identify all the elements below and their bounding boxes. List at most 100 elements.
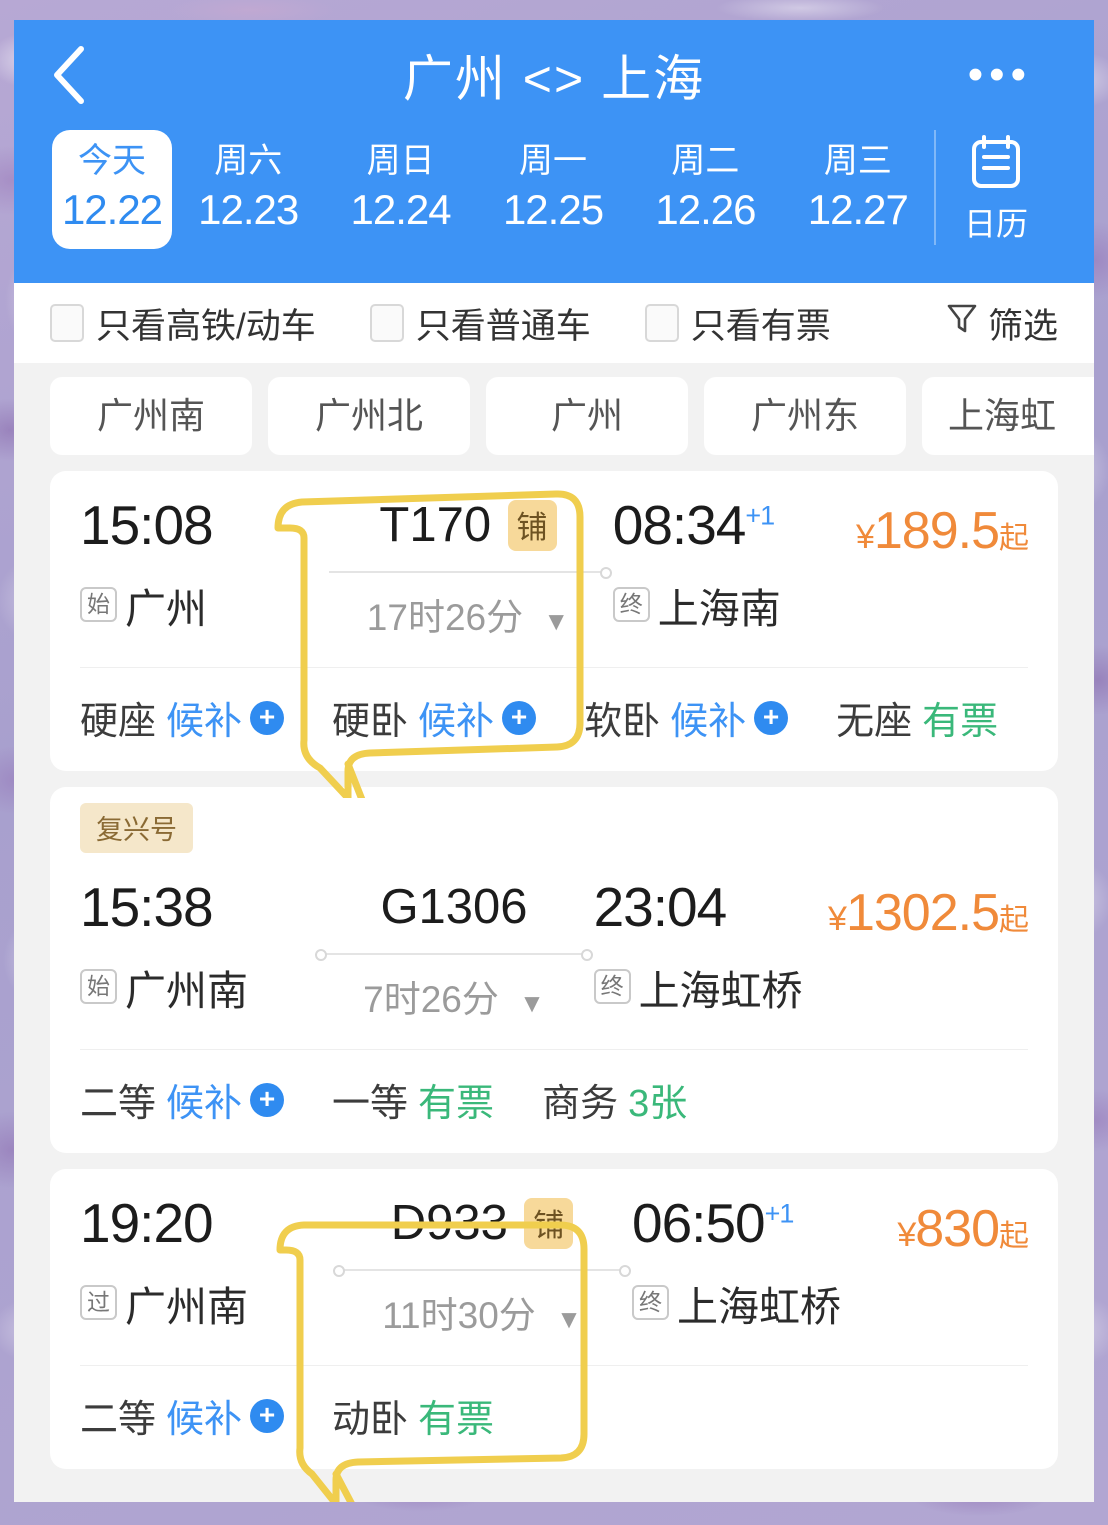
filter-label: 只看普通车 — [415, 306, 591, 346]
station-chip-row[interactable]: 广州南 广州北 广州 广州东 上海虹 — [14, 363, 1094, 472]
seat-class-name: 一等 — [332, 1083, 409, 1126]
train-card-0[interactable]: 15:08 始 广州 T170 铺 17时26分 ▼ 08:34+1 终 上海南… — [50, 471, 1058, 772]
duration-text: 11时30分 — [382, 1295, 536, 1337]
departure-block: 15:08 始 广州 — [80, 496, 323, 635]
date-tab-date: 12.26 — [655, 185, 756, 233]
seat-status: 有票 — [418, 1083, 495, 1126]
date-tab-4[interactable]: 周二 12.26 — [629, 130, 781, 249]
add-waitlist-icon[interactable]: + — [250, 1082, 285, 1117]
seat-option-1[interactable]: 动卧 有票 — [332, 1388, 494, 1443]
departure-block: 19:20 过 广州南 — [80, 1194, 332, 1333]
train-card-1[interactable]: 复兴号 15:38 始 广州南 G1306 7时26分 ▼ 23:04 终 上海… — [50, 787, 1058, 1154]
chevron-down-icon: ▼ — [519, 988, 545, 1019]
station-chip-2[interactable]: 广州 — [486, 377, 688, 456]
arrival-station-row: 终 上海南 — [612, 575, 856, 635]
arrival-marker-badge: 终 — [632, 1285, 669, 1321]
departure-station-row: 始 广州南 — [80, 957, 314, 1017]
seat-status: 候补 — [418, 701, 495, 744]
seat-option-2[interactable]: 商务 3张 — [542, 1072, 687, 1127]
seat-class-name: 硬座 — [80, 701, 157, 744]
duration-row[interactable]: 17时26分 ▼ — [323, 587, 613, 641]
date-tab-5[interactable]: 周三 12.27 — [782, 130, 934, 249]
seat-option-0[interactable]: 硬座 候补 + — [80, 690, 285, 745]
date-tab-3[interactable]: 周一 12.25 — [477, 130, 629, 249]
price-value: 1302.5 — [845, 884, 1000, 943]
date-tab-bar: 今天 12.22 周六 12.23 周日 12.24 周一 12.25 周二 1… — [14, 130, 1094, 283]
date-tab-weekday: 周一 — [519, 142, 588, 180]
price-block: ¥189.5起 — [855, 497, 1029, 561]
price-suffix: 起 — [999, 1220, 1029, 1254]
seat-status: 候补 — [166, 701, 243, 744]
add-waitlist-icon[interactable]: + — [502, 700, 537, 735]
navigation-bar: 广州 <> 上海 ••• — [14, 20, 1094, 130]
filter-checkbox-hastickets[interactable]: 只看有票 — [644, 298, 831, 349]
calendar-icon — [970, 134, 1022, 195]
arrival-station-name: 上海虹桥 — [638, 967, 803, 1014]
seat-option-1[interactable]: 一等 有票 — [332, 1072, 494, 1127]
seat-option-2[interactable]: 软卧 候补 + — [584, 690, 789, 745]
app-header: 广州 <> 上海 ••• 今天 12.22 周六 12.23 周日 12.24 … — [14, 20, 1094, 284]
sleeper-badge: 铺 — [524, 1197, 574, 1249]
seat-class-name: 硬卧 — [332, 701, 409, 744]
seat-option-3[interactable]: 无座 有票 — [836, 690, 998, 745]
train-number-block: G1306 7时26分 ▼ — [314, 879, 593, 1023]
train-summary: 15:08 始 广州 T170 铺 17时26分 ▼ 08:34+1 终 上海南… — [50, 471, 1058, 651]
train-number: G1306 — [380, 880, 528, 935]
seat-status: 候补 — [166, 1399, 243, 1442]
seat-class-name: 无座 — [836, 701, 913, 744]
departure-station-name: 广州南 — [125, 967, 248, 1014]
filter-button-label: 筛选 — [987, 306, 1058, 346]
price-row: ¥830起 — [884, 1199, 1029, 1259]
add-waitlist-icon[interactable]: + — [250, 1398, 285, 1433]
train-number: D933 — [390, 1196, 508, 1251]
station-chip-4[interactable]: 上海虹 — [922, 377, 1094, 456]
seat-option-0[interactable]: 二等 候补 + — [80, 1388, 285, 1443]
add-waitlist-icon[interactable]: + — [754, 700, 789, 735]
station-chip-3[interactable]: 广州东 — [704, 377, 906, 456]
departure-station-row: 过 广州南 — [80, 1273, 332, 1333]
checkbox-icon — [369, 304, 404, 343]
arrival-time-row: 06:50+1 — [632, 1192, 884, 1255]
date-tab-1[interactable]: 周六 12.23 — [172, 130, 324, 249]
seat-status: 有票 — [418, 1399, 495, 1442]
date-tab-date: 12.25 — [502, 185, 604, 233]
filter-label: 只看有票 — [690, 306, 831, 346]
departure-marker-badge: 始 — [80, 587, 117, 623]
arrival-time: 23:04 — [593, 876, 728, 939]
train-card-2[interactable]: 19:20 过 广州南 D933 铺 11时30分 ▼ 06:50+1 终 上海… — [50, 1169, 1058, 1470]
arrival-time: 06:50 — [632, 1192, 766, 1255]
date-tab-0[interactable]: 今天 12.22 — [52, 130, 172, 250]
duration-line — [333, 1265, 631, 1278]
price-row: ¥1302.5起 — [828, 883, 1029, 943]
departure-block: 15:38 始 广州南 — [80, 876, 314, 1017]
departure-time: 15:38 — [80, 876, 214, 939]
seat-option-0[interactable]: 二等 候补 + — [80, 1072, 285, 1127]
seat-option-1[interactable]: 硬卧 候补 + — [332, 690, 537, 745]
departure-station-name: 广州南 — [125, 1283, 248, 1330]
price-block: ¥830起 — [884, 1195, 1029, 1259]
currency-symbol: ¥ — [897, 1216, 916, 1255]
price-row: ¥189.5起 — [855, 501, 1029, 561]
station-chip-0[interactable]: 广州南 — [50, 377, 252, 456]
seat-class-row: 硬座 候补 + 硬卧 候补 + 软卧 候补 + 无座 有票 — [50, 668, 1058, 771]
date-tab-date: 12.23 — [198, 185, 299, 233]
filter-checkbox-highspeed[interactable]: 只看高铁/动车 — [50, 298, 316, 349]
filter-button[interactable]: 筛选 — [946, 298, 1058, 349]
date-tab-weekday: 周六 — [214, 142, 283, 180]
duration-row[interactable]: 7时26分 ▼ — [314, 969, 593, 1023]
filter-checkbox-normal[interactable]: 只看普通车 — [369, 298, 591, 349]
currency-symbol: ¥ — [855, 518, 875, 557]
train-number: T170 — [379, 498, 492, 553]
calendar-button[interactable]: 日历 — [934, 130, 1056, 245]
seat-class-name: 二等 — [80, 1083, 157, 1126]
chevron-down-icon: ▼ — [556, 1304, 582, 1335]
ellipsis-icon[interactable]: ••• — [968, 53, 1032, 97]
seat-class-name: 软卧 — [584, 701, 661, 744]
duration-row[interactable]: 11时30分 ▼ — [332, 1285, 632, 1339]
add-waitlist-icon[interactable]: + — [250, 700, 285, 735]
price-suffix: 起 — [998, 904, 1029, 938]
station-chip-1[interactable]: 广州北 — [268, 377, 470, 456]
page-title: 广州 <> 上海 — [402, 51, 706, 107]
date-tab-2[interactable]: 周日 12.24 — [324, 130, 476, 249]
train-number-block: T170 铺 17时26分 ▼ — [323, 497, 613, 641]
